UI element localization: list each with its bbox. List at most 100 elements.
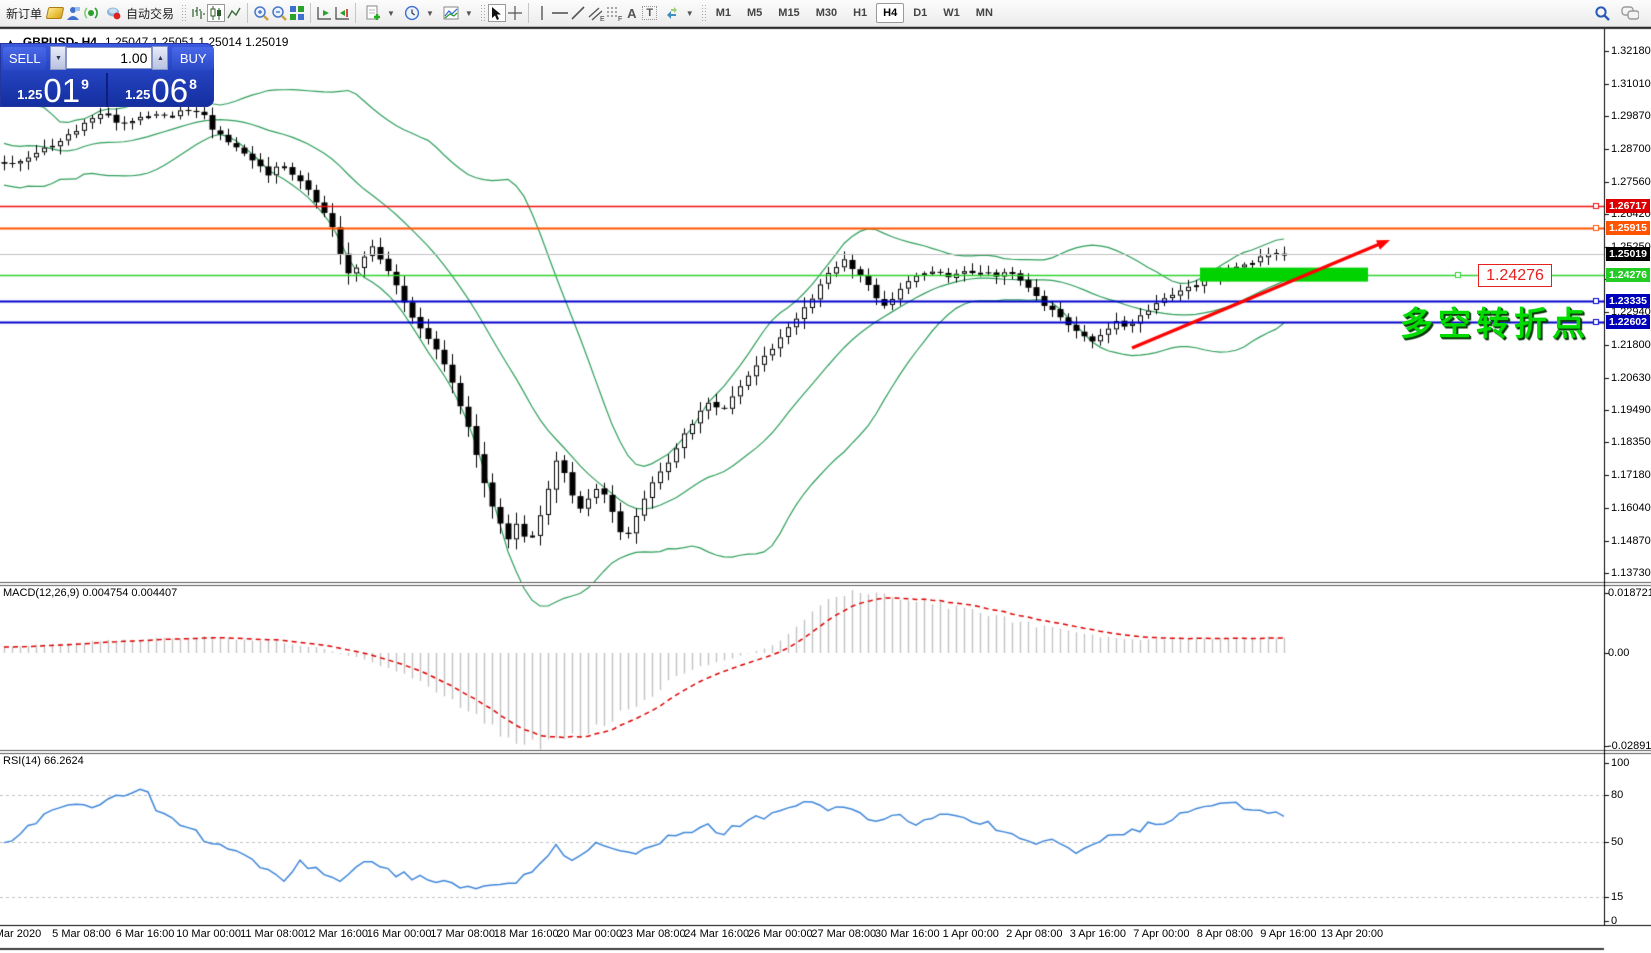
vertical-line-icon[interactable] xyxy=(533,4,551,22)
toolbar-separator xyxy=(247,3,248,23)
search-icon[interactable] xyxy=(1593,4,1611,22)
buy-button[interactable]: BUY xyxy=(172,47,214,70)
dropdown-caret-icon: ▼ xyxy=(686,9,694,18)
price-tick-label: 1.13730 xyxy=(1611,567,1651,579)
price-tick-label: 1.16040 xyxy=(1611,502,1651,514)
timeframe-D1[interactable]: D1 xyxy=(906,3,934,23)
horizontal-line-icon[interactable] xyxy=(551,4,569,22)
price-line-tag: 1.24276 xyxy=(1606,268,1650,282)
sell-price-pip: 9 xyxy=(81,76,89,92)
trendline-icon[interactable] xyxy=(569,4,587,22)
toolbar: 新订单 自动交易 xyxy=(0,0,1651,27)
equidistant-channel-icon[interactable]: E xyxy=(587,4,605,22)
rsi-tick-label: 100 xyxy=(1611,757,1629,769)
time-axis-label: 8 Apr 08:00 xyxy=(1197,928,1253,940)
time-axis-label: 6 Mar 16:00 xyxy=(116,928,175,940)
price-line-tag: 1.23335 xyxy=(1606,294,1650,308)
timeframe-H4[interactable]: H4 xyxy=(876,3,904,23)
price-tick-label: 1.14870 xyxy=(1611,535,1651,547)
time-axis-label: 17 Mar 08:00 xyxy=(430,928,495,940)
price-tick-label: 1.18350 xyxy=(1611,436,1651,448)
price-tick-label: 1.19490 xyxy=(1611,404,1651,416)
fibonacci-icon[interactable]: F xyxy=(605,4,623,22)
timeframe-M15[interactable]: M15 xyxy=(771,3,806,23)
svg-text:F: F xyxy=(618,16,622,22)
signal-icon[interactable] xyxy=(82,4,100,22)
toolbar-grip xyxy=(480,4,485,22)
macd-indicator-label: MACD(12,26,9) 0.004754 0.004407 xyxy=(3,587,177,599)
indicators-button[interactable]: ▼ xyxy=(360,2,399,24)
arrow-shapes-icon xyxy=(663,4,681,22)
time-axis-label: 13 Apr 20:00 xyxy=(1321,928,1383,940)
sell-price-main: 01 xyxy=(43,76,80,106)
timeframe-M5[interactable]: M5 xyxy=(740,3,769,23)
periods-button[interactable]: ▼ xyxy=(399,2,438,24)
time-axis-label: 11 Mar 08:00 xyxy=(240,928,304,940)
dropdown-caret-icon: ▼ xyxy=(387,9,395,18)
buy-price-pip: 8 xyxy=(189,76,197,92)
text-label-icon[interactable]: T xyxy=(641,4,659,22)
one-click-sell-button[interactable]: 1.25 01 9 xyxy=(0,73,106,107)
time-axis-label: 3 Apr 16:00 xyxy=(1070,928,1126,940)
one-click-buy-button[interactable]: 1.25 06 8 xyxy=(108,73,214,107)
line-chart-icon[interactable] xyxy=(225,4,243,22)
one-click-trading-panel: SELL ▼ ▲ BUY 1.25 01 9 1.25 06 8 xyxy=(0,43,214,107)
price-callout-label[interactable]: 1.24276 xyxy=(1478,264,1552,287)
auto-scroll-icon[interactable] xyxy=(315,4,333,22)
turning-point-annotation[interactable]: 多空转折点 xyxy=(1400,297,1590,345)
time-axis-label: 2 Apr 08:00 xyxy=(1006,928,1062,940)
add-indicator-icon xyxy=(364,4,382,22)
text-icon[interactable]: A xyxy=(623,4,641,22)
timeframe-MN[interactable]: MN xyxy=(969,3,1000,23)
new-chart-icon[interactable] xyxy=(46,4,64,22)
new-order-button[interactable]: 新订单 xyxy=(2,3,46,24)
bar-chart-icon[interactable] xyxy=(189,4,207,22)
zoom-out-icon[interactable] xyxy=(270,4,288,22)
time-axis-label: 1 Apr 00:00 xyxy=(943,928,999,940)
market-watch-icon[interactable] xyxy=(64,4,82,22)
rsi-indicator-label: RSI(14) 66.2624 xyxy=(3,755,84,767)
crosshair-icon[interactable] xyxy=(506,4,524,22)
zoom-in-icon[interactable] xyxy=(252,4,270,22)
timeframe-M1[interactable]: M1 xyxy=(709,3,738,23)
volume-decrease-button[interactable]: ▼ xyxy=(50,46,66,70)
timeframe-M30[interactable]: M30 xyxy=(809,3,844,23)
time-axis-label: 10 Mar 00:00 xyxy=(176,928,241,940)
macd-tick-label: 0.00 xyxy=(1608,647,1629,659)
sell-button[interactable]: SELL xyxy=(3,47,46,70)
autotrade-icon xyxy=(104,4,122,22)
dropdown-caret-icon: ▼ xyxy=(465,9,473,18)
time-axis-label: 5 Mar 08:00 xyxy=(52,928,111,940)
sell-price-prefix: 1.25 xyxy=(17,87,42,102)
timeframe-H1[interactable]: H1 xyxy=(846,3,874,23)
price-tick-label: 1.17180 xyxy=(1611,469,1651,481)
buy-price-prefix: 1.25 xyxy=(125,87,150,102)
chat-icon[interactable] xyxy=(1621,4,1639,22)
autotrade-label: 自动交易 xyxy=(126,5,174,22)
toolbar-separator xyxy=(528,3,529,23)
toolbar-grip xyxy=(181,4,186,22)
timeframe-W1[interactable]: W1 xyxy=(936,3,967,23)
volume-increase-button[interactable]: ▲ xyxy=(152,46,168,70)
cursor-icon[interactable] xyxy=(488,4,506,22)
price-tick-label: 1.28700 xyxy=(1611,143,1651,155)
chart-shift-icon[interactable] xyxy=(333,4,351,22)
volume-input[interactable] xyxy=(66,47,152,69)
candlestick-chart-icon[interactable] xyxy=(207,4,225,22)
time-axis-label: 9 Apr 16:00 xyxy=(1260,928,1316,940)
macd-tick-label: 0.018721 xyxy=(1608,587,1651,599)
autotrade-button[interactable]: 自动交易 xyxy=(100,2,178,24)
tile-windows-icon[interactable] xyxy=(288,4,306,22)
toolbar-separator xyxy=(310,3,311,23)
volume-control: ▼ ▲ xyxy=(50,46,168,70)
time-axis-label: 20 Mar 00:00 xyxy=(557,928,622,940)
templates-button[interactable]: ▼ xyxy=(438,2,477,24)
price-line-tag: 1.26717 xyxy=(1606,199,1650,213)
chart-canvas[interactable] xyxy=(0,27,1651,953)
time-axis-label: 30 Mar 16:00 xyxy=(875,928,940,940)
chart-window: ▲ GBPUSD-,H4 1.25047 1.25051 1.25014 1.2… xyxy=(0,27,1651,953)
time-axis-label: 24 Mar 16:00 xyxy=(684,928,749,940)
arrows-button[interactable]: ▼ xyxy=(659,2,698,24)
time-axis-label: 12 Mar 16:00 xyxy=(303,928,368,940)
timeframe-group: M1M5M15M30H1H4D1W1MN xyxy=(709,3,1000,23)
